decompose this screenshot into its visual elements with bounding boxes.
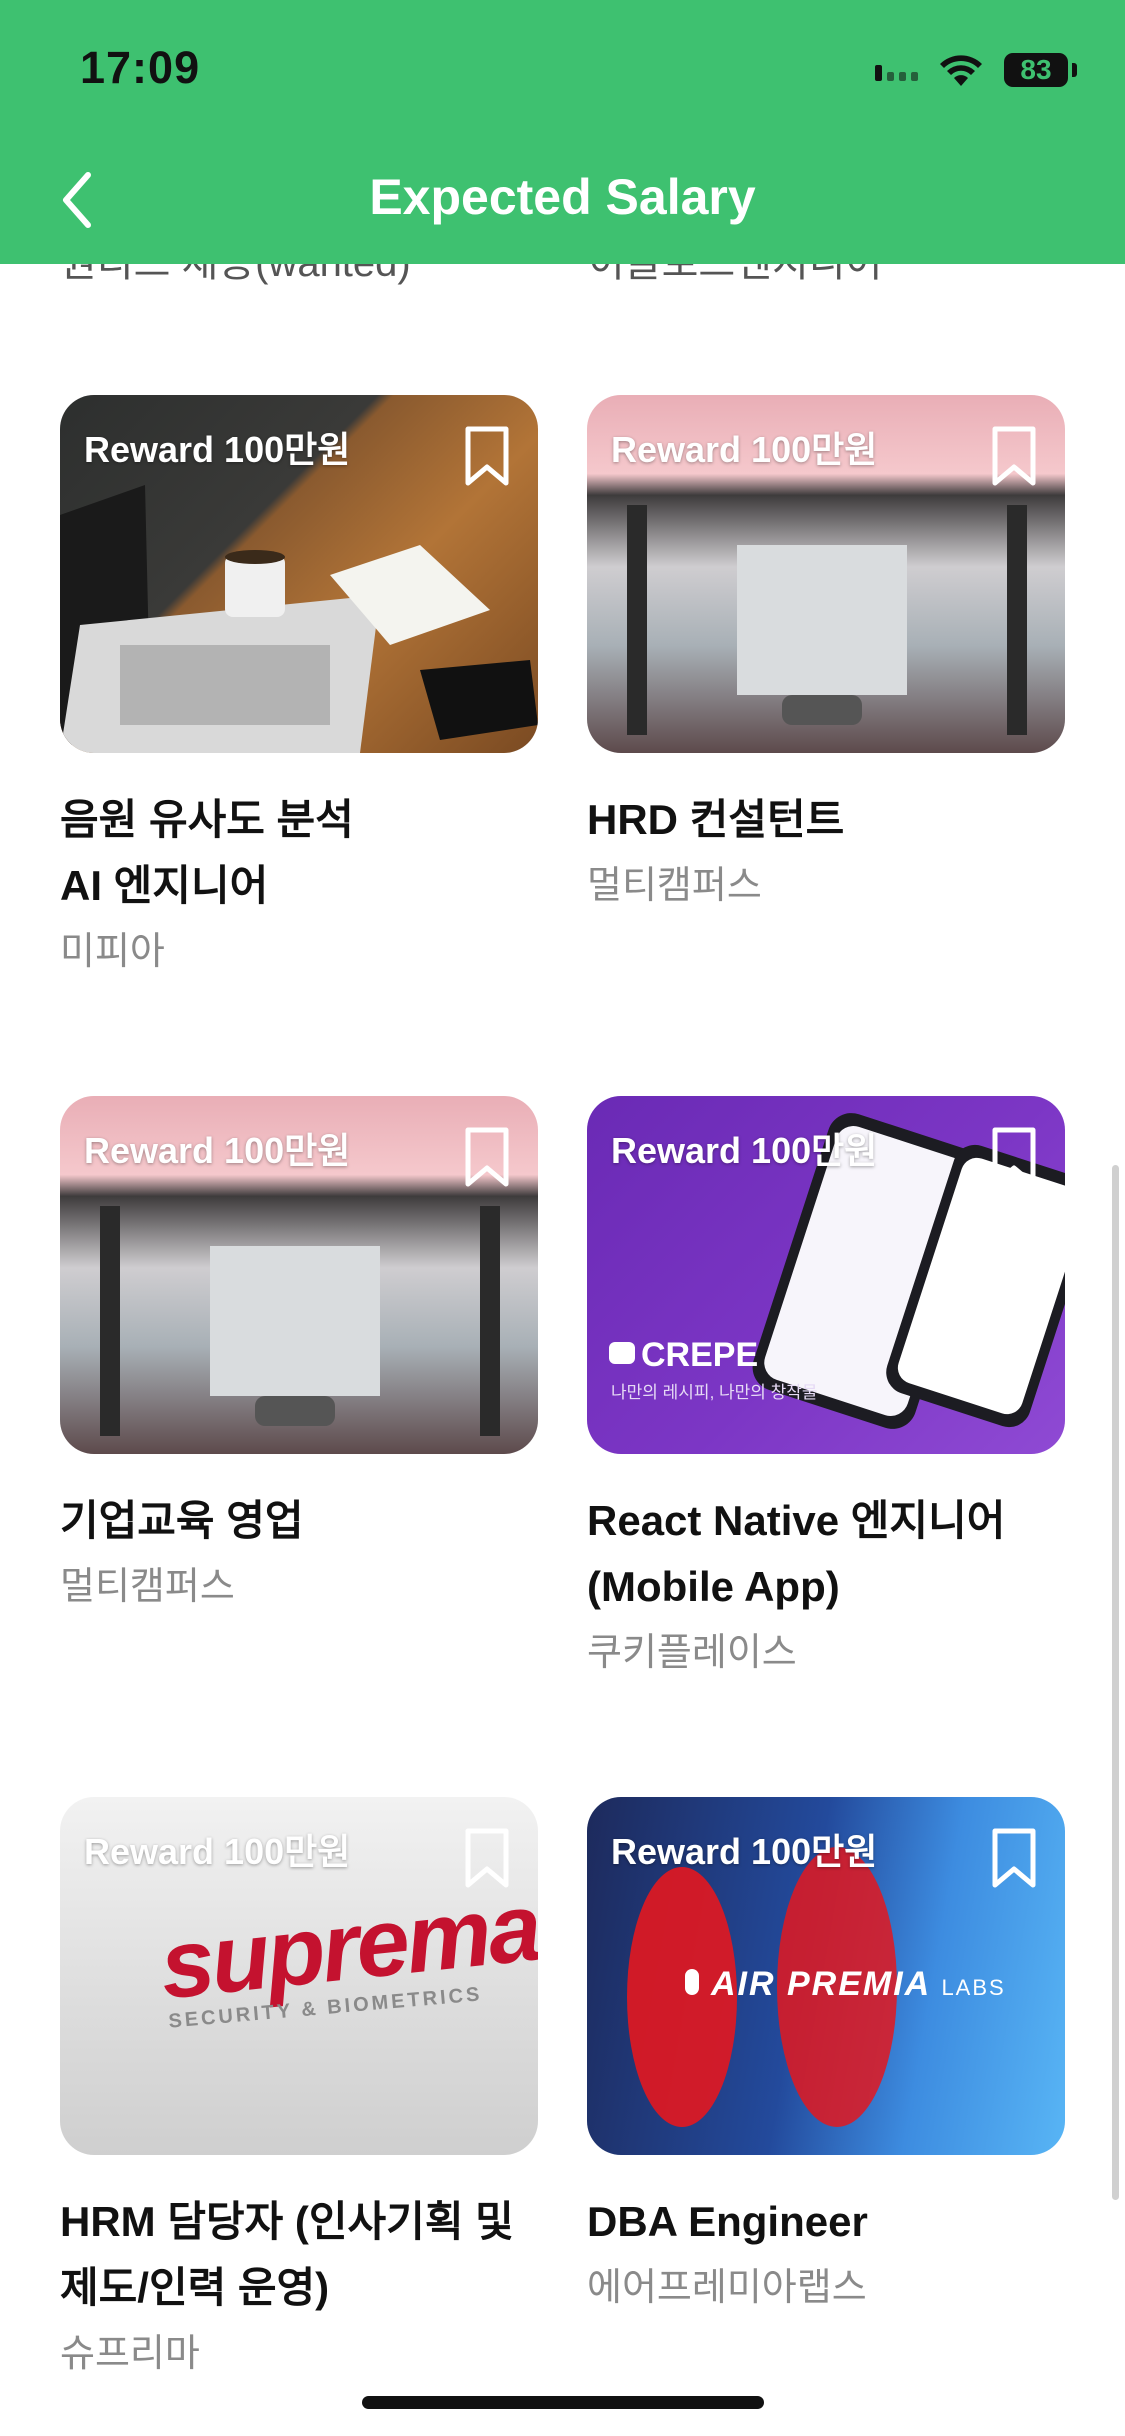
job-title: HRD 컨설턴트	[587, 796, 845, 843]
company-name: 미피아	[60, 931, 165, 973]
job-thumbnail[interactable]: suprema SECURITY & BIOMETRICS Reward 100…	[60, 1797, 538, 2155]
crepe-tagline: 나만의 레시피, 나만의 창작물	[611, 1383, 818, 1402]
bookmark-icon[interactable]	[989, 425, 1039, 489]
job-card[interactable]: CREPE 나만의 레시피, 나만의 창작물 Reward 100만원 Reac…	[587, 1096, 1065, 1684]
job-card[interactable]: Reward 100만원 음원 유사도 분석 AI 엔지니어 미피아	[60, 395, 538, 983]
job-title: HRM 담당자 (인사기획 및 제도/인력 운영)	[60, 2198, 514, 2311]
job-thumbnail[interactable]: Reward 100만원	[587, 395, 1065, 753]
company-name: 에어프레미아랩스	[587, 2267, 867, 2309]
job-title: React Native 엔지니어 (Mobile App)	[587, 1497, 1006, 1610]
bookmark-icon[interactable]	[989, 1827, 1039, 1891]
company-name: 멀티캠퍼스	[60, 1566, 235, 1608]
job-title: 음원 유사도 분석 AI 엔지니어	[60, 796, 354, 909]
bookmark-icon[interactable]	[462, 1827, 512, 1891]
company-name: 멀티캠퍼스	[587, 865, 762, 907]
wifi-icon	[940, 55, 982, 86]
job-card[interactable]: AIR PREMIA LABS Reward 100만원 DBA Enginee…	[587, 1797, 1065, 2319]
bookmark-icon[interactable]	[989, 1126, 1039, 1190]
job-title: DBA Engineer	[587, 2198, 868, 2245]
job-thumbnail[interactable]: Reward 100만원	[60, 1096, 538, 1454]
battery-icon: 83	[1004, 53, 1068, 87]
home-indicator[interactable]	[362, 2396, 764, 2409]
bookmark-icon[interactable]	[462, 425, 512, 489]
page-title: Expected Salary	[369, 169, 756, 225]
job-thumbnail[interactable]: CREPE 나만의 레시피, 나만의 창작물 Reward 100만원	[587, 1096, 1065, 1454]
status-icons: 83	[875, 48, 1077, 92]
crepe-logo: CREPE	[641, 1336, 759, 1374]
reward-badge: Reward 100만원	[611, 429, 878, 470]
company-name: 쿠키플레이스	[587, 1632, 797, 1674]
battery-cap	[1072, 63, 1077, 77]
job-card[interactable]: suprema SECURITY & BIOMETRICS Reward 100…	[60, 1797, 538, 2385]
job-card[interactable]: Reward 100만원 기업교육 영업 멀티캠퍼스	[60, 1096, 538, 1618]
job-card[interactable]: Reward 100만원 HRD 컨설턴트 멀티캠퍼스	[587, 395, 1065, 917]
job-thumbnail[interactable]: Reward 100만원	[60, 395, 538, 753]
job-thumbnail[interactable]: AIR PREMIA LABS Reward 100만원	[587, 1797, 1065, 2155]
status-time: 17:09	[80, 42, 201, 93]
reward-badge: Reward 100만원	[84, 1831, 351, 1872]
job-title: 기업교육 영업	[60, 1497, 304, 1544]
company-name: 슈프리마	[60, 2333, 200, 2375]
nav-header: 17:09 83 Expected Salary	[0, 0, 1125, 264]
reward-badge: Reward 100만원	[84, 1130, 351, 1171]
reward-badge: Reward 100만원	[84, 429, 351, 470]
bookmark-icon[interactable]	[462, 1126, 512, 1190]
reward-badge: Reward 100만원	[611, 1130, 878, 1171]
scrollbar[interactable]	[1112, 1165, 1119, 2200]
reward-badge: Reward 100만원	[611, 1831, 878, 1872]
cellular-signal-icon	[875, 59, 918, 81]
air-premia-logo: AIR PREMIA LABS	[711, 1965, 1006, 2003]
